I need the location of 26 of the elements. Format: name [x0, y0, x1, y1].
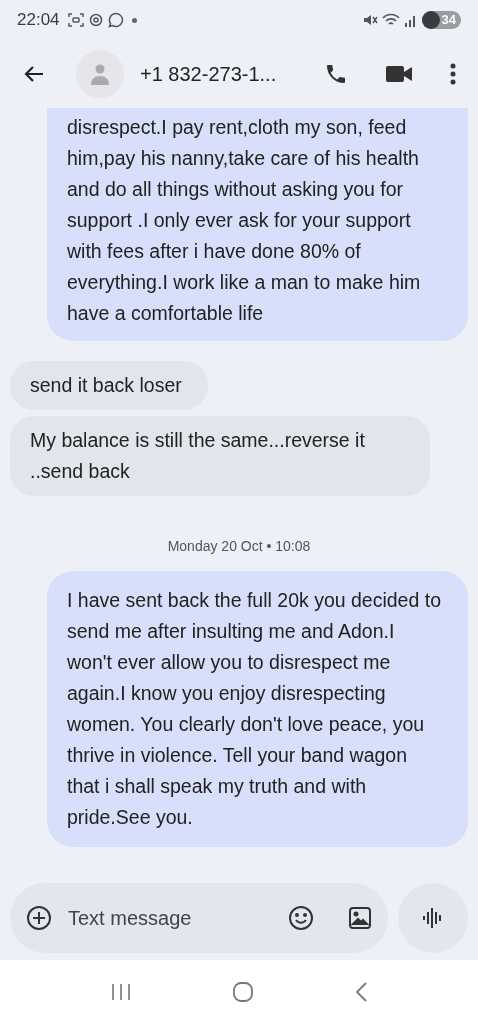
- more-options-icon[interactable]: [450, 63, 456, 85]
- screenshot-icon: [67, 12, 84, 28]
- sent-message-bubble: disrespect.I pay rent,cloth my son, feed him,pay his nanny,take care of his health and do all things without asking you for support .I only ever ask for your support with fees after i have done 80% of everything.I work like a man to make him have a comfortable life: [47, 108, 468, 341]
- battery-indicator: 34: [421, 11, 461, 29]
- recent-apps-icon[interactable]: [110, 982, 132, 1002]
- mute-icon: [361, 12, 378, 28]
- image-icon[interactable]: [348, 906, 372, 930]
- contact-name[interactable]: +1 832-273-1...: [140, 59, 277, 89]
- video-camera-icon[interactable]: [386, 64, 412, 84]
- back-icon[interactable]: [354, 981, 368, 1003]
- signal-icon: [403, 13, 418, 27]
- person-icon: [90, 63, 110, 85]
- phone-icon[interactable]: [324, 62, 348, 86]
- text-message-field[interactable]: Text message: [68, 903, 288, 933]
- sent-message-bubble: I have sent back the full 20k you decided to send me after insulting me and Adon.I won't ever allow you to disrespect me again.I know you enjoy disrespecting women. You clearly don't love peace, you thrive in violence. Tell your band wagon that i shall speak my truth and with pride.See you.: [47, 571, 468, 847]
- status-time: 22:04: [17, 9, 60, 32]
- home-icon[interactable]: [232, 981, 254, 1003]
- received-message-bubble: My balance is still the same...reverse it ..send back: [10, 416, 430, 496]
- waveform-icon: [422, 906, 444, 930]
- emoji-icon[interactable]: [288, 905, 314, 931]
- received-message-bubble: send it back loser: [10, 361, 208, 410]
- wifi-icon: [381, 12, 400, 28]
- add-icon[interactable]: [26, 905, 52, 931]
- chat-bubble-icon: [107, 12, 124, 28]
- message-timestamp: Monday 20 Oct • 10:08: [167, 537, 311, 556]
- gear-icon: [87, 12, 104, 28]
